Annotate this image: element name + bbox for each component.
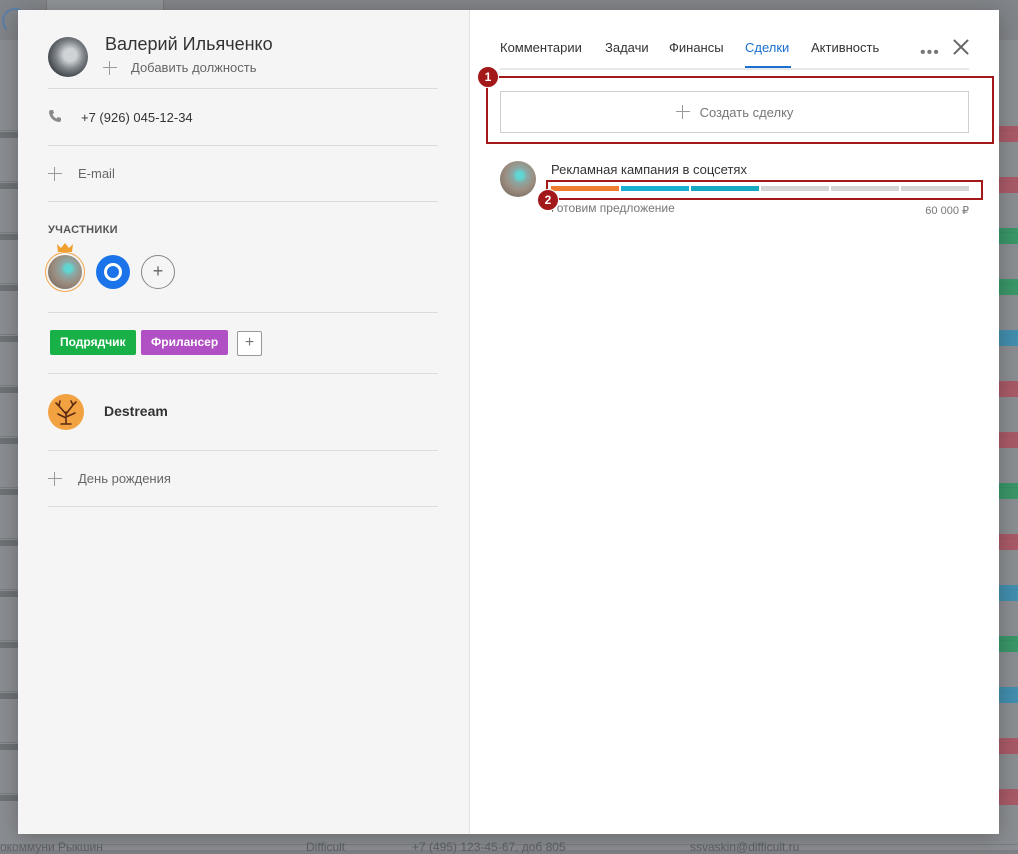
plus-icon — [48, 166, 62, 181]
tab-comments[interactable]: Комментарии — [500, 40, 582, 55]
background-cell: окоммуни Рыкшин — [0, 840, 103, 854]
phone-number[interactable]: +7 (926) 045-12-34 — [81, 110, 193, 125]
crown-icon — [56, 239, 74, 252]
divider — [48, 506, 438, 507]
divider — [48, 312, 438, 313]
background-tag — [998, 636, 1018, 652]
tab-bar: Комментарии Задачи Финансы Сделки Активн… — [500, 36, 969, 70]
birthday-label: День рождения — [78, 471, 171, 486]
plus-icon — [48, 471, 62, 486]
divider — [48, 450, 438, 451]
add-email-button[interactable]: E-mail — [48, 166, 115, 181]
background-tag — [998, 330, 1018, 346]
background-tag — [998, 381, 1018, 397]
background-cell: +7 (495) 123-45-67, доб 805 — [412, 840, 566, 854]
background-tag — [998, 585, 1018, 601]
tag-freelancer[interactable]: Фрилансер — [141, 330, 229, 355]
phone-icon — [48, 109, 62, 123]
background-tag — [998, 789, 1018, 805]
contact-details-panel: Валерий Ильяченко Добавить должность +7 … — [18, 10, 470, 834]
background-tag — [998, 483, 1018, 499]
divider — [48, 373, 438, 374]
tag-contractor[interactable]: Подрядчик — [50, 330, 136, 355]
participant-avatar-owner[interactable] — [48, 255, 82, 289]
divider — [48, 201, 438, 202]
background-cell: Difficult — [306, 840, 346, 854]
add-position-button[interactable]: Добавить должность — [103, 60, 257, 75]
close-icon[interactable] — [953, 39, 969, 55]
company-name[interactable]: Destream — [104, 403, 168, 419]
participant-avatar[interactable] — [96, 255, 130, 289]
add-birthday-button[interactable]: День рождения — [48, 471, 171, 486]
tab-deals[interactable]: Сделки — [745, 40, 789, 55]
deal-title[interactable]: Рекламная кампания в соцсетях — [551, 162, 747, 177]
background-left-column — [0, 120, 18, 840]
tab-tasks[interactable]: Задачи — [605, 40, 649, 55]
tab-activity[interactable]: Активность — [811, 40, 879, 55]
deal-amount: 60 000 ₽ — [925, 205, 969, 217]
background-tag — [998, 432, 1018, 448]
step-marker: 2 — [537, 189, 559, 211]
background-tag — [998, 687, 1018, 703]
more-options-icon[interactable]: ••• — [920, 44, 940, 62]
contact-modal: Валерий Ильяченко Добавить должность +7 … — [18, 10, 999, 834]
tab-finance[interactable]: Финансы — [669, 40, 724, 55]
contact-avatar[interactable] — [48, 37, 88, 77]
activity-panel: Комментарии Задачи Финансы Сделки Активн… — [470, 10, 999, 834]
contact-name[interactable]: Валерий Ильяченко — [105, 34, 273, 55]
add-participant-button[interactable]: + — [141, 255, 175, 289]
background-tag — [998, 738, 1018, 754]
participants-heading: УЧАСТНИКИ — [48, 224, 118, 236]
background-bottom-row: окоммуни Рыкшин Difficult +7 (495) 123-4… — [0, 836, 1018, 854]
divider — [48, 145, 438, 146]
company-logo — [48, 394, 84, 430]
step-marker: 1 — [477, 66, 499, 88]
background-tag — [998, 126, 1018, 142]
deal-status: Готовим предложение — [551, 201, 675, 215]
background-tag — [998, 177, 1018, 193]
highlight-box — [486, 76, 994, 144]
highlight-box — [546, 180, 983, 200]
divider — [48, 88, 438, 89]
plus-icon — [103, 60, 117, 75]
add-position-label: Добавить должность — [131, 60, 257, 75]
add-tag-button[interactable]: + — [237, 331, 262, 356]
background-cell: ssvaskin@difficult.ru — [690, 840, 800, 854]
background-tag — [998, 279, 1018, 295]
background-tag — [998, 228, 1018, 244]
background-tag — [998, 534, 1018, 550]
background-tag-column — [998, 80, 1018, 820]
email-label: E-mail — [78, 166, 115, 181]
active-tab-indicator — [745, 66, 791, 68]
deal-owner-avatar — [500, 161, 536, 197]
